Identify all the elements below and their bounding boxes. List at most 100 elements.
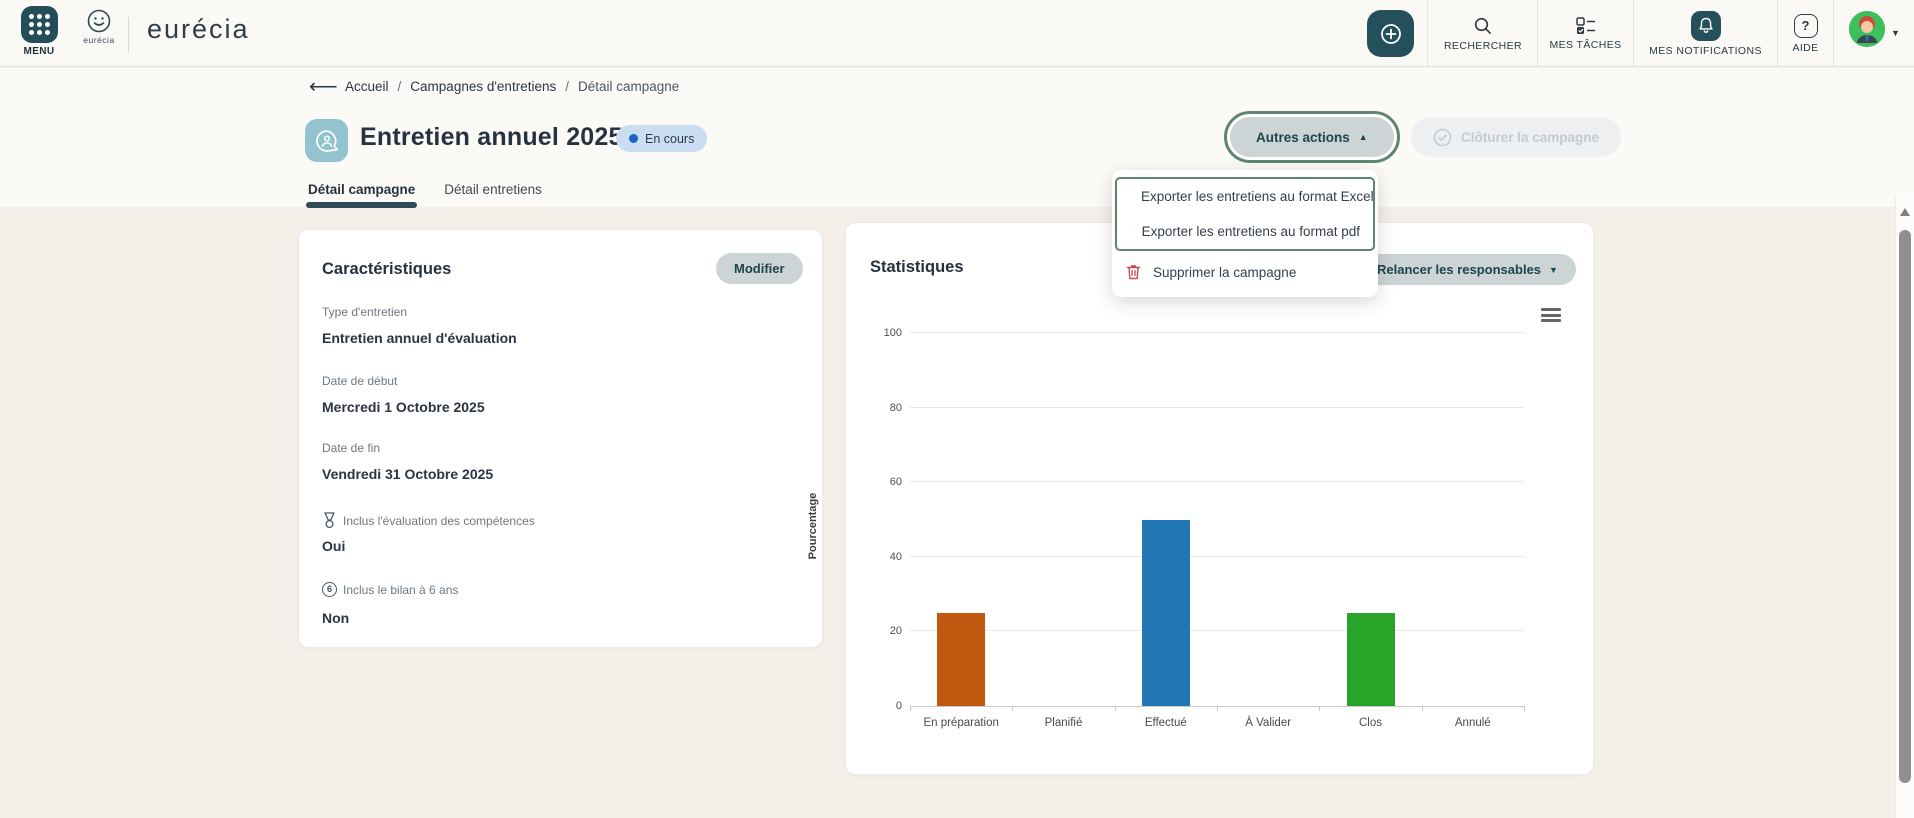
chart-context-menu-icon[interactable] [1541, 308, 1561, 322]
chart-gridline [910, 481, 1524, 482]
help-nav-button[interactable]: ? AIDE [1778, 0, 1833, 67]
chart-y-tick-label: 40 [890, 551, 902, 563]
chart-y-tick-label: 100 [884, 327, 902, 339]
field-value-date-debut: Mercredi 1 Octobre 2025 [322, 399, 485, 415]
page-title: Entretien annuel 2025 [360, 123, 623, 152]
menu-label: MENU [23, 46, 54, 57]
eurecia-mascot-logo: eurécia [77, 8, 121, 45]
statistics-bar-chart: Pourcentage 020406080100 En préparationP… [846, 223, 1595, 776]
chart-category-label: Annulé [1422, 717, 1524, 729]
question-mark-icon: ? [1794, 14, 1818, 38]
search-label: RECHERCHER [1444, 40, 1522, 52]
six-circle-icon: 6 [322, 582, 337, 597]
characteristics-card: Caractéristiques Modifier Type d'entreti… [298, 229, 823, 648]
field-label-date-fin: Date de fin [322, 441, 380, 455]
main-menu-button[interactable]: MENU [10, 6, 68, 62]
chart-y-tick-label: 80 [890, 402, 902, 414]
mini-logo-label: eurécia [77, 35, 121, 45]
field-value-date-fin: Vendredi 31 Octobre 2025 [322, 466, 493, 482]
tab-detail-entretiens[interactable]: Détail entretiens [444, 182, 542, 205]
menu-item-export-excel[interactable]: Exporter les entretiens au format Excel [1117, 179, 1373, 214]
status-dot-icon [629, 134, 638, 143]
page-header-section [0, 68, 1914, 207]
chart-x-tick [1012, 706, 1013, 711]
bell-icon [1698, 17, 1714, 34]
chart-category-label: Effectué [1115, 717, 1217, 729]
chart-x-axis-labels: En préparationPlanifiéEffectuéÀ ValiderC… [910, 717, 1524, 729]
characteristics-title: Caractéristiques [322, 260, 451, 279]
avatar-dropdown-caret[interactable]: ▼ [1891, 28, 1900, 38]
field-label-date-debut: Date de début [322, 374, 397, 388]
field-label-type: Type d'entretien [322, 305, 407, 319]
status-badge: En cours [616, 125, 707, 152]
help-label: AIDE [1792, 42, 1818, 54]
breadcrumb-current: Détail campagne [578, 79, 679, 94]
autres-actions-dropdown: Exporter les entretiens au format Excel … [1112, 170, 1378, 297]
modifier-button[interactable]: Modifier [716, 253, 803, 284]
statistics-card: Statistiques Relancer les responsables ▼… [845, 222, 1594, 775]
grid-menu-icon [21, 6, 58, 43]
cloturer-campagne-button: Clôturer la campagne [1411, 117, 1621, 157]
user-avatar[interactable] [1849, 11, 1885, 47]
logo-divider [128, 17, 129, 53]
search-nav-button[interactable]: RECHERCHER [1428, 0, 1538, 67]
download-icon [1130, 223, 1131, 240]
tasks-label: MES TÂCHES [1549, 39, 1621, 51]
scrollbar-thumb[interactable] [1899, 230, 1911, 783]
field-label-bilan: 6 Inclus le bilan à 6 ans [322, 582, 458, 597]
tab-detail-campagne[interactable]: Détail campagne [308, 182, 415, 205]
chart-gridline [910, 332, 1524, 333]
detail-tabs: Détail campagne Détail entretiens [308, 182, 542, 205]
autres-actions-button[interactable]: Autres actions ▲ [1230, 117, 1394, 157]
chart-bar-en-préparation[interactable] [937, 613, 985, 706]
chart-category-label: À Valider [1217, 717, 1319, 729]
field-value-type: Entretien annuel d'évaluation [322, 330, 517, 346]
chart-x-tick [1115, 706, 1116, 711]
notifications-nav-button[interactable]: MES NOTIFICATIONS [1634, 0, 1777, 67]
quick-add-button[interactable] [1367, 10, 1414, 57]
chart-x-tick [1217, 706, 1218, 711]
tasks-icon [1576, 17, 1596, 35]
back-arrow-button[interactable]: ⟵ [309, 74, 338, 99]
check-circle-icon [1433, 128, 1452, 147]
chevron-up-icon: ▲ [1359, 132, 1368, 142]
chart-y-tick-label: 20 [890, 625, 902, 637]
chart-category-label: Clos [1319, 717, 1421, 729]
breadcrumb: Accueil / Campagnes d'entretiens / Détai… [345, 79, 679, 94]
chart-gridline [910, 630, 1524, 631]
medal-icon [322, 512, 337, 529]
chart-gridline [910, 556, 1524, 557]
chart-bar-clos[interactable] [1347, 613, 1395, 706]
chart-gridline [910, 407, 1524, 408]
chart-bar-effectué[interactable] [1142, 520, 1190, 707]
eurecia-wordmark: eurécia [147, 14, 250, 45]
search-icon [1473, 16, 1493, 36]
menu-item-delete-campaign[interactable]: Supprimer la campagne [1112, 254, 1378, 290]
autres-actions-focus-ring: Autres actions ▲ [1224, 111, 1400, 163]
notifications-label: MES NOTIFICATIONS [1649, 45, 1762, 57]
chart-plot-area: 020406080100 [910, 333, 1524, 707]
chart-x-tick [1422, 706, 1423, 711]
breadcrumb-campagnes[interactable]: Campagnes d'entretiens [410, 79, 556, 94]
dropdown-focus-box: Exporter les entretiens au format Excel … [1115, 177, 1375, 251]
campaign-chat-icon [305, 119, 348, 162]
chart-y-axis-title: Pourcentage [807, 466, 819, 586]
vertical-scrollbar[interactable] [1895, 196, 1914, 818]
field-value-competences: Oui [322, 538, 345, 554]
field-value-bilan: Non [322, 610, 349, 626]
field-label-competences: Inclus l'évaluation des compétences [322, 512, 535, 529]
chart-y-tick-label: 0 [896, 700, 902, 712]
chart-x-tick [1524, 706, 1525, 711]
scrollbar-up-arrow-icon[interactable] [1900, 208, 1910, 216]
breadcrumb-accueil[interactable]: Accueil [345, 79, 389, 94]
top-navigation-bar: MENU eurécia eurécia RECHERCHER [0, 0, 1914, 67]
chart-category-label: Planifié [1012, 717, 1114, 729]
chart-category-label: En préparation [910, 717, 1012, 729]
chart-x-tick [1319, 706, 1320, 711]
plus-circle-icon [1379, 22, 1403, 46]
tasks-nav-button[interactable]: MES TÂCHES [1538, 0, 1633, 67]
chart-x-tick [910, 706, 911, 711]
menu-item-export-pdf[interactable]: Exporter les entretiens au format pdf [1117, 214, 1373, 249]
chart-y-tick-label: 60 [890, 476, 902, 488]
trash-icon [1125, 263, 1142, 281]
